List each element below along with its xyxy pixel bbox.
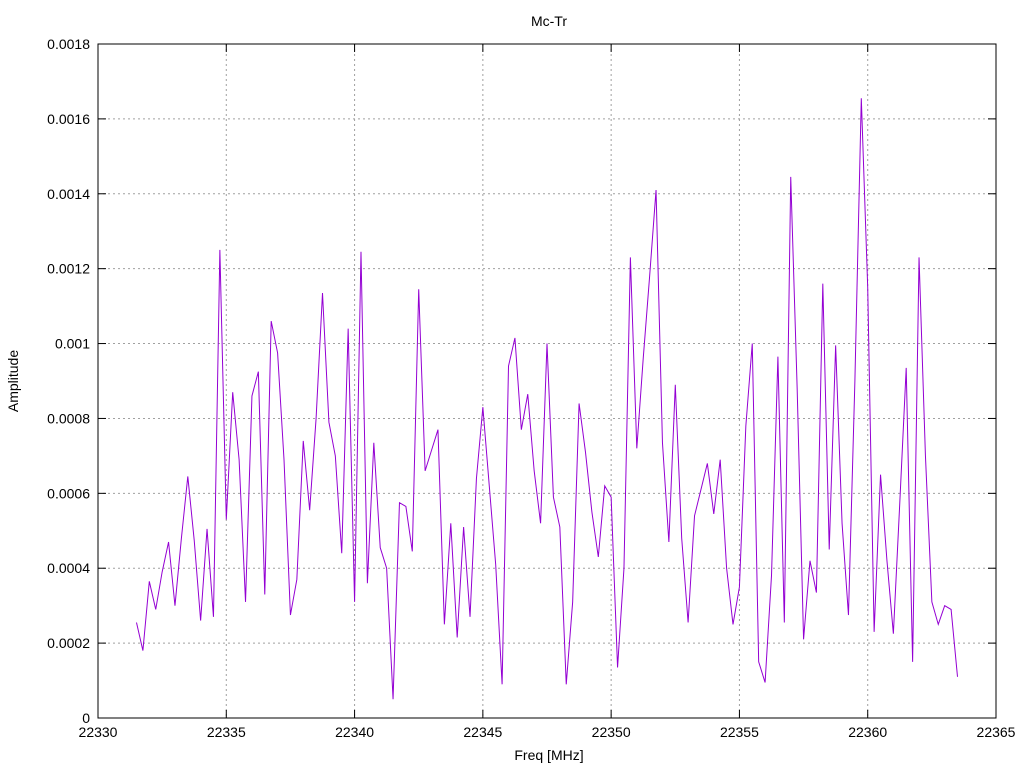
y-tick-label: 0.0006 <box>47 485 90 501</box>
x-tick-label: 22345 <box>463 724 502 740</box>
y-tick-label: 0.0018 <box>47 36 90 52</box>
x-tick-label: 22360 <box>848 724 887 740</box>
y-tick-label: 0.001 <box>55 336 90 352</box>
x-tick-label: 22355 <box>720 724 759 740</box>
chart-title: Mc-Tr <box>531 13 567 29</box>
chart-canvas: 22330 22335 22340 22345 22350 22355 22360 22365… <box>0 0 1024 768</box>
y-tick-label: 0.0012 <box>47 261 90 277</box>
y-tick-label: 0.0016 <box>47 111 90 127</box>
x-tick-label: 22350 <box>592 724 631 740</box>
y-axis-label: Amplitude <box>5 350 21 412</box>
y-tick-label: 0.0014 <box>47 186 90 202</box>
y-tick-label: 0.0008 <box>47 410 90 426</box>
x-axis-label: Freq [MHz] <box>514 747 583 763</box>
chart-background <box>0 0 1024 768</box>
y-tick-label: 0.0004 <box>47 560 90 576</box>
y-tick-label: 0.0002 <box>47 635 90 651</box>
y-tick-label: 0 <box>82 710 90 726</box>
x-tick-label: 22335 <box>207 724 246 740</box>
x-tick-label: 22340 <box>335 724 374 740</box>
x-tick-label: 22330 <box>79 724 118 740</box>
x-tick-label: 22365 <box>977 724 1016 740</box>
